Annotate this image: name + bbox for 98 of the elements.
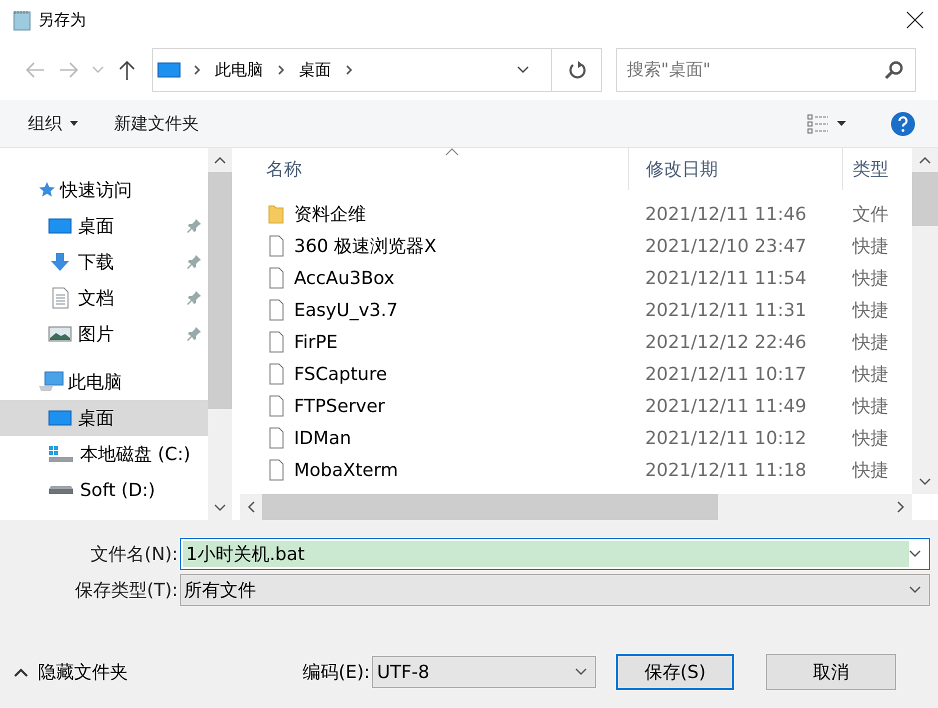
modified-date: 2021/12/11 11:18 xyxy=(645,460,806,480)
image-icon xyxy=(48,325,72,343)
chevron-left-icon xyxy=(247,501,255,513)
file-type-dropdown[interactable]: 所有文件 xyxy=(180,574,930,606)
field-label: 保存类型(T): xyxy=(74,579,179,602)
file-name[interactable]: AccAu3Box xyxy=(294,268,394,288)
chevron-up-icon xyxy=(214,156,226,164)
chevron-down-icon xyxy=(517,66,529,74)
file-name[interactable]: IDMan xyxy=(294,428,352,448)
chevron-down-icon xyxy=(909,550,921,558)
chevron-up-icon xyxy=(14,668,28,676)
pin-icon xyxy=(186,218,202,234)
modified-date: 2021/12/11 11:31 xyxy=(645,300,806,320)
download-arrow-icon xyxy=(48,252,72,272)
file-name[interactable]: 360 极速浏览器X xyxy=(294,234,436,258)
chevron-right-icon xyxy=(277,65,285,75)
organize-menu[interactable]: 组织 xyxy=(18,106,88,141)
field-label: 文件名(N): xyxy=(89,543,179,566)
file-name[interactable]: MobaXterm xyxy=(294,460,398,480)
drive-icon xyxy=(48,445,74,463)
new-folder-button[interactable]: 新建文件夹 xyxy=(104,106,209,141)
pin-icon xyxy=(186,326,202,342)
navigation-item[interactable]: 快速访问 xyxy=(0,172,208,208)
file-name[interactable]: 资料企维 xyxy=(294,202,366,226)
scrollbar-thumb[interactable] xyxy=(912,172,938,226)
chevron-right-icon xyxy=(897,501,905,513)
refresh-icon xyxy=(566,60,586,80)
chevron-down-icon xyxy=(909,586,921,594)
dropdown-arrow-icon xyxy=(837,121,846,126)
file-type: 文件 xyxy=(852,203,888,226)
encoding-dropdown[interactable]: UTF-8 xyxy=(372,656,596,688)
modified-date: 2021/12/11 11:54 xyxy=(645,268,806,288)
details-view-icon xyxy=(807,114,829,134)
pin-icon xyxy=(186,254,202,270)
drive-icon xyxy=(48,485,74,495)
file-type: 快捷 xyxy=(852,363,888,386)
column-header[interactable]: 修改日期 xyxy=(628,148,842,190)
encoding-label: 编码(E): xyxy=(302,661,371,684)
modified-date: 2021/12/11 10:12 xyxy=(645,428,806,448)
modified-date: 2021/12/10 23:47 xyxy=(645,236,806,256)
modified-date: 2021/12/12 22:46 xyxy=(645,332,806,352)
file-type: 快捷 xyxy=(852,267,888,290)
breadcrumb[interactable]: 此电脑 xyxy=(213,60,265,80)
chevron-down-icon xyxy=(919,478,931,486)
notepad-icon xyxy=(12,9,32,31)
scrollbar-thumb[interactable] xyxy=(262,494,718,520)
file-type: 快捷 xyxy=(852,459,888,482)
column-header[interactable]: 名称 xyxy=(240,148,628,190)
folder-icon xyxy=(266,203,286,225)
star-icon xyxy=(38,181,56,199)
scrollbar[interactable] xyxy=(208,148,232,520)
dropdown-arrow-icon xyxy=(70,121,78,126)
save-button[interactable]: 保存(S) xyxy=(616,654,734,690)
close-icon xyxy=(906,11,924,29)
desktop-icon xyxy=(157,61,181,79)
help-icon xyxy=(890,110,916,136)
scrollbar-thumb[interactable] xyxy=(208,172,232,409)
navigation-item[interactable]: 下载 xyxy=(0,244,208,280)
search-field[interactable]: 搜索"桌面" xyxy=(616,48,916,92)
file-type: 快捷 xyxy=(852,331,888,354)
chevron-up-icon xyxy=(919,156,931,164)
pin-icon xyxy=(186,290,202,306)
chevron-right-icon xyxy=(193,65,201,75)
chevron-right-icon xyxy=(345,65,353,75)
window-title: 另存为 xyxy=(38,10,86,30)
navigation-item[interactable]: 图片 xyxy=(0,316,208,352)
navigation-item[interactable]: 桌面 xyxy=(0,208,208,244)
scrollbar[interactable] xyxy=(912,148,938,494)
navigation-item[interactable]: 文档 xyxy=(0,280,208,316)
file-type: 快捷 xyxy=(852,299,888,322)
file-name[interactable]: FSCapture xyxy=(294,364,388,384)
navigation-item[interactable]: 本地磁盘 (C:) xyxy=(0,436,208,472)
desktop-icon xyxy=(48,409,72,427)
address-bar[interactable]: 此电脑 桌面 xyxy=(152,48,602,92)
chevron-down-icon xyxy=(214,504,226,512)
chevron-down-icon xyxy=(575,668,587,676)
filename-field[interactable]: 1小时关机.bat xyxy=(180,538,930,570)
modified-date: 2021/12/11 10:17 xyxy=(645,364,806,384)
modified-date: 2021/12/11 11:46 xyxy=(645,204,806,224)
file-name[interactable]: FirPE xyxy=(294,332,338,352)
cancel-button[interactable]: 取消 xyxy=(766,654,896,690)
desktop-icon xyxy=(48,217,72,235)
file-type: 快捷 xyxy=(852,395,888,418)
breadcrumb[interactable]: 桌面 xyxy=(297,60,333,80)
modified-date: 2021/12/11 11:49 xyxy=(645,396,806,416)
search-icon xyxy=(884,60,904,80)
navigation-item[interactable]: Soft (D:) xyxy=(0,472,208,508)
file-type: 快捷 xyxy=(852,235,888,258)
file-type: 快捷 xyxy=(852,427,888,450)
computer-icon xyxy=(38,371,64,393)
file-name[interactable]: FTPServer xyxy=(294,396,385,416)
navigation-item[interactable]: 桌面 xyxy=(0,400,208,436)
file-name[interactable]: EasyU_v3.7 xyxy=(294,300,398,320)
navigation-item[interactable]: 此电脑 xyxy=(0,364,208,400)
hide-folders-toggle[interactable]: 隐藏文件夹 xyxy=(0,659,300,685)
chevron-down-icon xyxy=(92,66,104,74)
sort-up-icon xyxy=(445,148,459,156)
scrollbar[interactable] xyxy=(240,494,912,520)
